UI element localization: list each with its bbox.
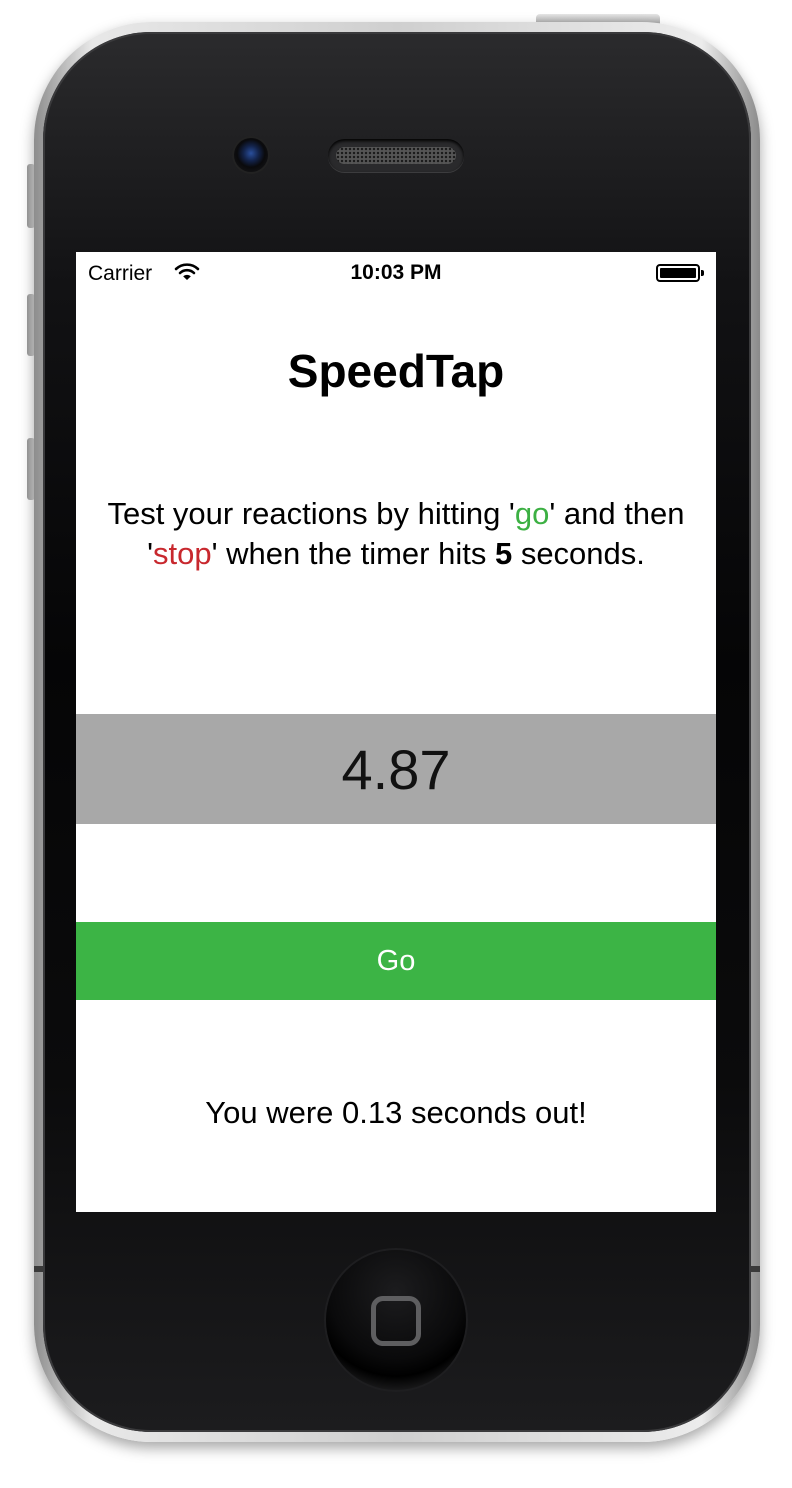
stop-keyword: stop: [153, 536, 212, 571]
timer-display: 4.87: [76, 714, 716, 824]
result-message: You were 0.13 seconds out!: [205, 1095, 587, 1130]
status-time: 10:03 PM: [350, 261, 442, 284]
battery-level: [660, 268, 696, 278]
antenna-band: [750, 1266, 760, 1272]
go-button[interactable]: Go: [76, 922, 716, 1000]
app-screen: Carrier 10:03 PM SpeedTap Test your reac…: [76, 252, 716, 1212]
earpiece-speaker: [328, 139, 464, 172]
speaker-grill: [336, 147, 456, 164]
instructions-part: Test your reactions by hitting ': [107, 496, 515, 531]
app-title: SpeedTap: [287, 345, 505, 397]
phone-mockup: Carrier 10:03 PM SpeedTap Test your reac…: [0, 0, 792, 1488]
front-camera: [234, 138, 268, 172]
instructions-text: Test your reactions by hitting 'go' and …: [106, 494, 686, 574]
instructions-part: ' when the timer hits: [211, 536, 495, 571]
timer-value: 4.87: [341, 737, 451, 801]
battery-icon: [656, 264, 704, 282]
go-button-label: Go: [376, 944, 416, 977]
battery-tip: [701, 270, 704, 276]
home-button[interactable]: [326, 1250, 466, 1390]
status-bar: Carrier 10:03 PM: [76, 252, 716, 292]
target-seconds: 5: [494, 536, 513, 571]
home-square-icon: [371, 1296, 421, 1346]
go-keyword: go: [514, 496, 550, 531]
instructions-part: seconds.: [512, 536, 645, 571]
